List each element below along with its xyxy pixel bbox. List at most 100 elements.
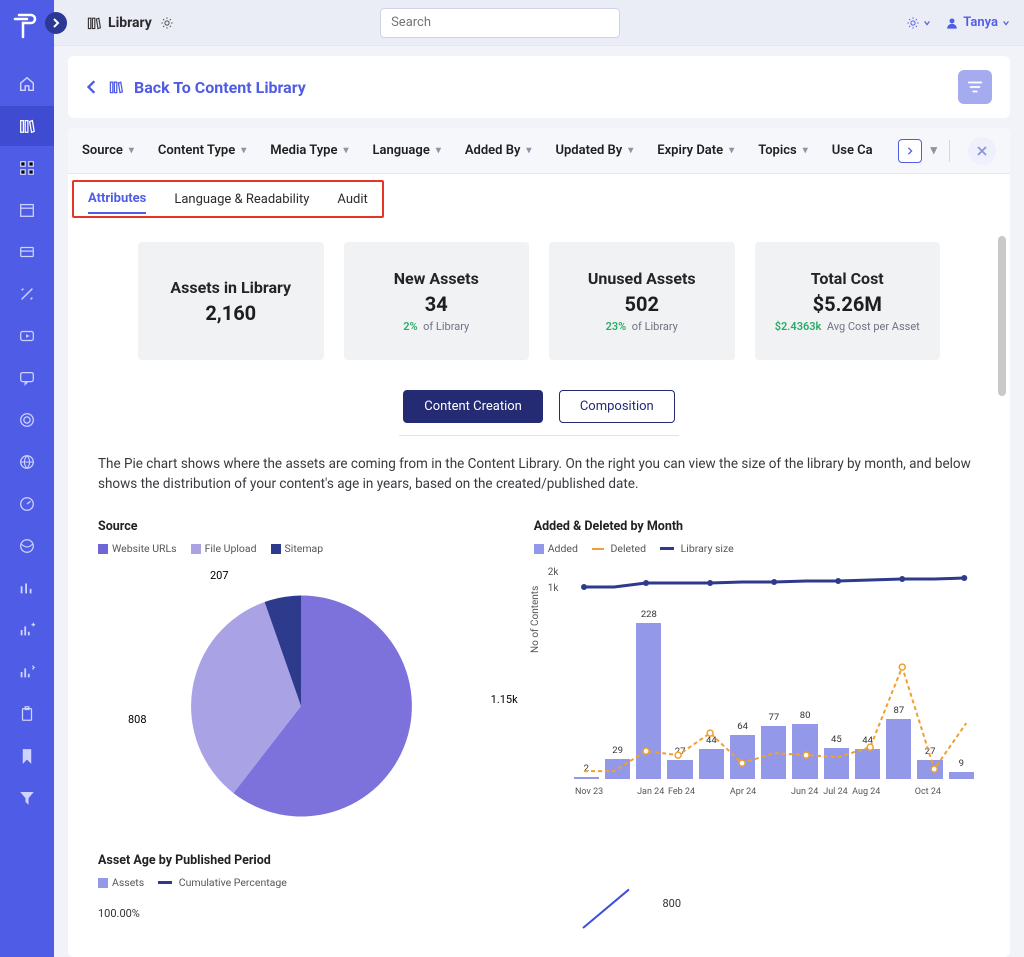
tab-audit[interactable]: Audit <box>337 186 367 213</box>
y-axis-label: No of Contents <box>530 585 541 652</box>
card-sub: $2.4363k Avg Cost per Asset <box>775 320 920 333</box>
bar-Apr-24: 64 <box>730 735 755 779</box>
rail-play-icon[interactable] <box>0 316 54 356</box>
pie-label-a: 1.15k <box>491 693 518 706</box>
bar-Dec-23: 29 <box>605 759 630 779</box>
bar-Feb-24: 27 <box>667 760 692 778</box>
toggle-composition[interactable]: Composition <box>559 390 675 423</box>
rail-tools-icon[interactable] <box>0 274 54 314</box>
tab-language-readability[interactable]: Language & Readability <box>174 186 309 213</box>
app-logo <box>9 8 45 44</box>
bar-chart: No of Contents 2k 1k 2292282744647 <box>534 563 980 803</box>
age-val-label: 800 <box>662 897 681 910</box>
card-title: New Assets <box>394 269 479 288</box>
back-label: Back To Content Library <box>134 78 306 97</box>
toggle-content-creation[interactable]: Content Creation <box>403 390 543 423</box>
pie-chart-block: Source Website URLs File Upload Sitemap <box>98 519 504 823</box>
age-pct-label: 100.00% <box>98 907 140 920</box>
rail-calendar-icon[interactable] <box>0 190 54 230</box>
filter-topics[interactable]: Topics▾ <box>758 143 808 158</box>
rail-library-icon[interactable] <box>0 106 54 146</box>
rail-world-icon[interactable] <box>0 526 54 566</box>
rail-globe-icon[interactable] <box>0 442 54 482</box>
card-value: $5.26M <box>813 292 882 316</box>
user-menu[interactable]: Tanya <box>945 15 1010 30</box>
pie-chart <box>171 563 431 823</box>
bar-Mar-24: 44 <box>699 749 724 779</box>
filter-scroll-right[interactable] <box>898 139 922 163</box>
bar-May-24: 77 <box>761 726 786 778</box>
tab-bar: Attributes Language & Readability Audit <box>72 180 384 218</box>
user-icon <box>945 16 959 30</box>
rail-target-icon[interactable] <box>0 400 54 440</box>
divider <box>399 435 679 436</box>
filter-expiry-date[interactable]: Expiry Date▾ <box>657 143 734 158</box>
rail-bookmark-icon[interactable] <box>0 736 54 776</box>
search-input[interactable] <box>380 8 620 38</box>
rail-clipboard-icon[interactable] <box>0 694 54 734</box>
chart-title: Added & Deleted by Month <box>534 519 980 534</box>
filter-usecase[interactable]: Use Ca <box>832 143 873 158</box>
card-assets: Assets in Library 2,160 <box>138 242 324 360</box>
card-value: 2,160 <box>205 301 256 325</box>
chart-title: Asset Age by Published Period <box>98 853 980 868</box>
bar-legend: Added Deleted Library size <box>534 542 980 555</box>
filter-bar: Source▾ Content Type▾ Media Type▾ Langua… <box>68 128 1010 174</box>
chevron-left-icon <box>86 80 98 94</box>
main-panel: Source▾ Content Type▾ Media Type▾ Langua… <box>68 128 1010 957</box>
pie-label-c: 207 <box>210 569 229 582</box>
library-icon <box>86 15 102 31</box>
rail-chart-export-icon[interactable] <box>0 652 54 692</box>
scroll-body[interactable]: Assets in Library 2,160 New Assets 34 2%… <box>68 218 1010 957</box>
card-title: Assets in Library <box>170 278 291 297</box>
library-icon <box>108 79 124 95</box>
rail-barchart-icon[interactable] <box>0 568 54 608</box>
clear-filters-button[interactable] <box>968 137 996 165</box>
card-sub: 2% of Library <box>403 320 469 333</box>
card-unused-assets: Unused Assets 502 23% of Library <box>549 242 735 360</box>
rail-funnel-icon[interactable] <box>0 778 54 818</box>
breadcrumb-label: Library <box>108 15 152 31</box>
cumulative-line <box>582 888 629 928</box>
filter-language[interactable]: Language▾ <box>373 143 441 158</box>
filter-media-type[interactable]: Media Type▾ <box>270 143 348 158</box>
back-link[interactable]: Back To Content Library <box>86 78 306 97</box>
main-area: Library Tanya <box>54 0 1024 957</box>
rail-dashboard-icon[interactable] <box>0 484 54 524</box>
gear-icon[interactable] <box>160 16 174 30</box>
rail-card-icon[interactable] <box>0 232 54 272</box>
bar-Oct-24: 27 <box>917 760 942 778</box>
card-title: Total Cost <box>811 269 884 288</box>
pie-label-b: 808 <box>128 713 147 726</box>
card-total-cost: Total Cost $5.26M $2.4363k Avg Cost per … <box>755 242 941 360</box>
bar-Nov-24: 9 <box>949 772 974 778</box>
rail-chart-add-icon[interactable] <box>0 610 54 650</box>
filter-updated-by[interactable]: Updated By▾ <box>555 143 633 158</box>
filter-button[interactable] <box>958 70 992 104</box>
user-name: Tanya <box>963 15 998 30</box>
stat-cards: Assets in Library 2,160 New Assets 34 2%… <box>138 242 940 360</box>
tab-attributes[interactable]: Attributes <box>88 185 146 214</box>
rail-expand-toggle[interactable] <box>45 12 67 34</box>
rail-chat-icon[interactable] <box>0 358 54 398</box>
chart-title: Source <box>98 519 504 534</box>
age-legend: Assets Cumulative Percentage <box>98 876 980 889</box>
rail-grid-icon[interactable] <box>0 148 54 188</box>
card-value: 502 <box>625 292 659 316</box>
bar-Sep-24: 87 <box>886 719 911 778</box>
filter-added-by[interactable]: Added By▾ <box>465 143 532 158</box>
filter-content-type[interactable]: Content Type▾ <box>158 143 246 158</box>
card-sub: 23% of Library <box>606 320 678 333</box>
back-row: Back To Content Library <box>68 56 1010 118</box>
card-value: 34 <box>425 292 448 316</box>
bar-Aug-24: 44 <box>855 749 880 779</box>
card-new-assets: New Assets 34 2% of Library <box>344 242 530 360</box>
rail-home-icon[interactable] <box>0 64 54 104</box>
chart-toggle: Content Creation Composition <box>98 390 980 423</box>
settings-dropdown-icon[interactable] <box>906 16 931 30</box>
filter-source[interactable]: Source▾ <box>82 143 134 158</box>
bar-Nov-23: 2 <box>574 777 599 779</box>
side-rail <box>0 0 54 957</box>
chart-description: The Pie chart shows where the assets are… <box>98 454 980 495</box>
scrollbar[interactable] <box>998 236 1006 396</box>
